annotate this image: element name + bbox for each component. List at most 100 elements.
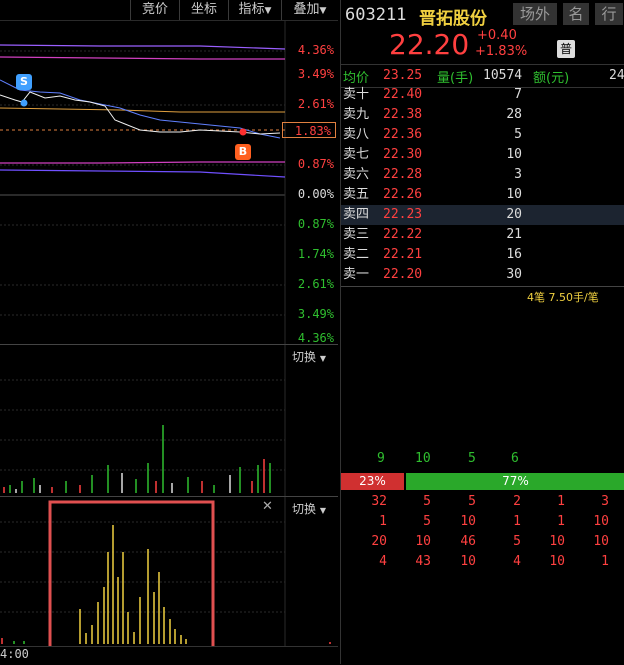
pct-label: 0.87% bbox=[297, 157, 334, 171]
level-volume: 5 bbox=[514, 127, 522, 142]
level-label: 卖六 bbox=[343, 167, 370, 182]
overlay-arrow-icon: ▼ bbox=[319, 6, 327, 16]
time-axis: 4:00 bbox=[0, 646, 338, 665]
chart-toolbar: 竞价 坐标 指标▼ 叠加▼ bbox=[0, 0, 338, 21]
tab-industry[interactable]: 行 bbox=[595, 3, 623, 25]
level-label: 卖九 bbox=[343, 107, 370, 122]
level-volume: 21 bbox=[506, 227, 522, 242]
indicator-arrow-icon: ▼ bbox=[264, 6, 272, 16]
level-label: 卖三 bbox=[343, 227, 370, 242]
auction-button[interactable]: 竞价 bbox=[130, 0, 179, 20]
order-book-row[interactable]: 卖五 22.26 10 bbox=[341, 185, 624, 205]
sell-signal-badge[interactable]: S bbox=[16, 74, 32, 90]
order-book-row[interactable]: 卖六 22.28 3 bbox=[341, 165, 624, 185]
grid-cell: 5 bbox=[468, 494, 476, 509]
level-volume: 10 bbox=[506, 187, 522, 202]
stock-name: 晋拓股份 bbox=[419, 9, 487, 29]
level-label: 卖二 bbox=[343, 247, 370, 262]
grid-cell: 4 bbox=[513, 554, 521, 569]
order-book-row[interactable]: 卖十 22.40 7 bbox=[341, 85, 624, 105]
volume-chart[interactable] bbox=[0, 345, 338, 497]
pct-label: 0.87% bbox=[297, 217, 334, 231]
order-book-row[interactable]: 卖八 22.36 5 bbox=[341, 125, 624, 145]
order-book-row[interactable]: 卖九 22.38 28 bbox=[341, 105, 624, 125]
grid-cell: 46 bbox=[460, 534, 476, 549]
amount-label: 额(元) bbox=[533, 71, 570, 86]
grid-cell: 5 bbox=[423, 514, 431, 529]
pct-label: 3.49% bbox=[297, 307, 334, 321]
order-book: 卖十 22.40 7 卖九 22.38 28 卖八 22.36 5 卖七 22.30 10 卖六… bbox=[341, 85, 624, 285]
tab-otc[interactable]: 场外 bbox=[513, 3, 557, 25]
trade-note: 4笔 7.50手/笔 bbox=[527, 291, 599, 304]
count-2: 10 bbox=[415, 451, 431, 466]
current-price: 22.20 bbox=[389, 28, 470, 61]
avg-value: 23.25 bbox=[383, 68, 423, 83]
level-volume: 28 bbox=[506, 107, 522, 122]
grid-cell: 1 bbox=[601, 554, 609, 569]
grid-cell: 1 bbox=[513, 514, 521, 529]
level-label: 卖四 bbox=[343, 207, 370, 222]
level-price: 22.23 bbox=[383, 207, 423, 222]
order-book-row-selected[interactable]: 卖四 22.23 20 bbox=[341, 205, 624, 225]
level-label: 卖一 bbox=[343, 267, 370, 282]
grid-cell: 2 bbox=[513, 494, 521, 509]
grid-cell: 32 bbox=[371, 494, 387, 509]
percent-axis-labels: 4.36% 3.49% 2.61% 1.83% 0.87% 0.00% 0.87… bbox=[282, 43, 338, 345]
grid-cell: 10 bbox=[460, 554, 476, 569]
count-1: 9 bbox=[377, 451, 385, 466]
level-volume: 16 bbox=[506, 247, 522, 262]
overlay-button[interactable]: 叠加▼ bbox=[281, 0, 338, 20]
order-book-row[interactable]: 卖二 22.21 16 bbox=[341, 245, 624, 265]
price-change: +0.40 bbox=[477, 28, 517, 43]
indicator-button[interactable]: 指标▼ bbox=[228, 0, 281, 20]
stock-code: 603211 bbox=[345, 5, 407, 25]
pct-label: 3.49% bbox=[297, 67, 334, 81]
buy-signal-badge[interactable]: B bbox=[235, 144, 251, 160]
grid-cell: 10 bbox=[460, 514, 476, 529]
detail-grid: 32 5 5 2 1 3 1 5 10 1 1 10 20 10 46 5 10… bbox=[341, 492, 624, 572]
level-label: 卖十 bbox=[343, 87, 370, 102]
volume-value: 10574 bbox=[483, 68, 523, 83]
sell-ratio-label: 23% bbox=[359, 474, 386, 488]
buy-ratio-segment: 77% bbox=[406, 473, 624, 490]
level-volume: 20 bbox=[506, 207, 522, 222]
level-volume: 10 bbox=[506, 147, 522, 162]
level-label: 卖五 bbox=[343, 187, 370, 202]
grid-cell: 5 bbox=[513, 534, 521, 549]
level-price: 22.36 bbox=[383, 127, 423, 142]
order-book-row[interactable]: 卖一 22.20 30 bbox=[341, 265, 624, 285]
level-price: 22.28 bbox=[383, 167, 423, 182]
buy-sell-ratio-bar: 23% 77% bbox=[341, 473, 624, 490]
stock-type-badge: 普 bbox=[557, 40, 575, 58]
pct-label: 4.36% bbox=[297, 43, 334, 57]
level-price: 22.22 bbox=[383, 227, 423, 242]
level-price: 22.40 bbox=[383, 87, 423, 102]
count-3: 5 bbox=[468, 451, 476, 466]
level-volume: 3 bbox=[514, 167, 522, 182]
order-book-row[interactable]: 卖七 22.30 10 bbox=[341, 145, 624, 165]
indicator-chart[interactable] bbox=[0, 497, 338, 647]
grid-cell: 10 bbox=[593, 514, 609, 529]
price-change-pct: +1.83% bbox=[475, 44, 528, 59]
grid-cell: 1 bbox=[379, 514, 387, 529]
order-book-row[interactable]: 卖三 22.22 21 bbox=[341, 225, 624, 245]
grid-cell: 3 bbox=[601, 494, 609, 509]
grid-cell: 43 bbox=[415, 554, 431, 569]
grid-cell: 10 bbox=[549, 554, 565, 569]
tab-name[interactable]: 名 bbox=[563, 3, 589, 25]
grid-cell: 4 bbox=[379, 554, 387, 569]
amount-value: 24 bbox=[609, 68, 624, 83]
pct-zero-label: 0.00% bbox=[297, 187, 334, 201]
pct-label: 4.36% bbox=[297, 331, 334, 345]
level-label: 卖七 bbox=[343, 147, 370, 162]
quote-panel: 603211 晋拓股份 场外 名 行 22.20 +0.40 +1.83% 普 … bbox=[340, 0, 624, 664]
grid-cell: 1 bbox=[557, 494, 565, 509]
level-volume: 30 bbox=[506, 267, 522, 282]
level-price: 22.38 bbox=[383, 107, 423, 122]
buy-ratio-label: 77% bbox=[502, 474, 529, 488]
pct-label: 1.74% bbox=[297, 247, 334, 261]
grid-cell: 5 bbox=[423, 494, 431, 509]
count-4: 6 bbox=[511, 451, 519, 466]
coord-button[interactable]: 坐标 bbox=[179, 0, 228, 20]
buy-point-marker bbox=[20, 99, 28, 107]
